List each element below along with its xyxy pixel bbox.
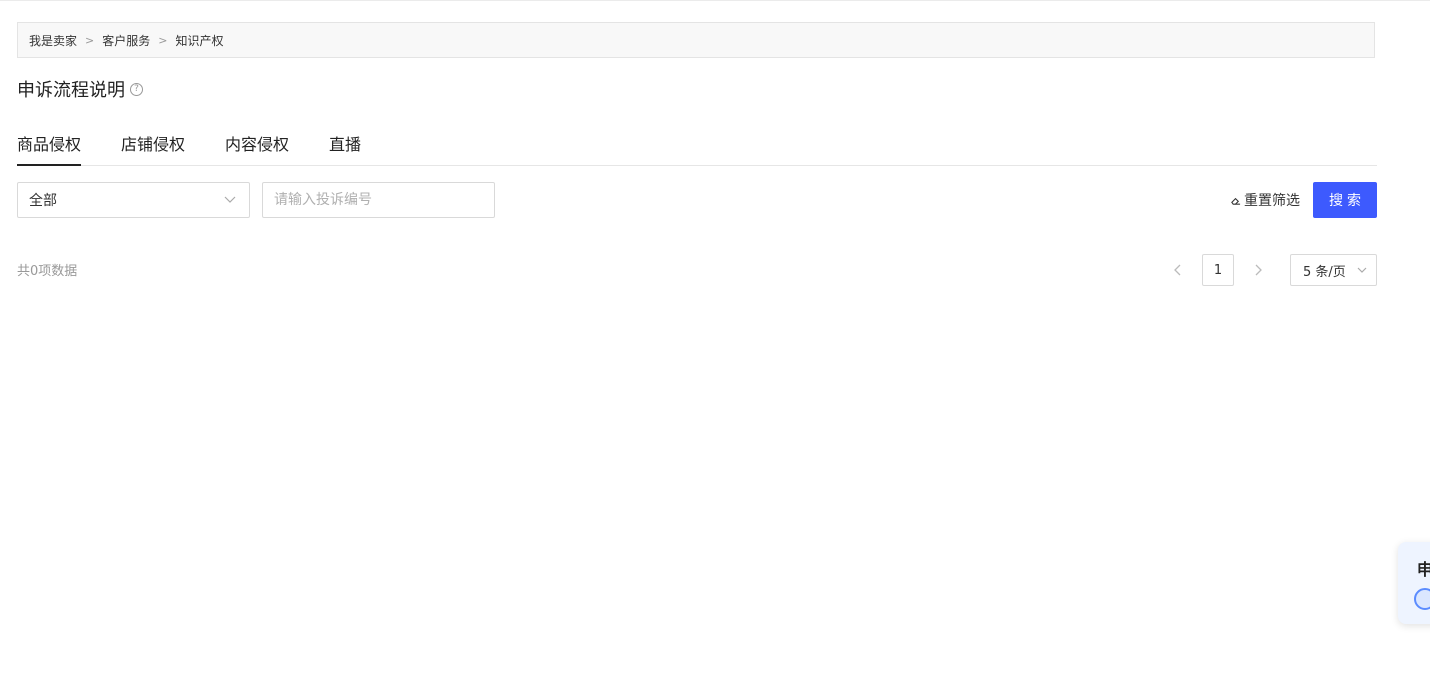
chevron-left-icon[interactable] <box>1170 262 1186 278</box>
chevron-down-icon <box>224 196 236 203</box>
tab-product-infringement[interactable]: 商品侵权 <box>17 131 82 166</box>
complaint-number-input[interactable] <box>262 182 495 218</box>
page-title: 申诉流程说明 ? <box>17 77 143 101</box>
chevron-down-icon <box>1357 267 1367 273</box>
top-divider <box>0 0 1430 1</box>
breadcrumb-item-seller[interactable]: 我是卖家 <box>29 32 77 49</box>
breadcrumb: 我是卖家 > 客户服务 > 知识产权 <box>17 22 1375 58</box>
floating-widget-text: 申 <box>1417 560 1430 579</box>
tab-live-stream[interactable]: 直播 <box>329 131 361 165</box>
page-size-select[interactable]: 5 条/页 <box>1290 254 1377 286</box>
breadcrumb-separator: > <box>85 33 95 47</box>
page-size-value: 5 条/页 <box>1303 264 1346 280</box>
breadcrumb-separator: > <box>158 33 168 47</box>
reset-filter-label: 重置筛选 <box>1244 193 1300 209</box>
breadcrumb-item-ip: 知识产权 <box>175 33 224 48</box>
tab-store-infringement[interactable]: 店铺侵权 <box>121 131 185 165</box>
tab-content-infringement[interactable]: 内容侵权 <box>225 131 289 165</box>
reset-filter-button[interactable]: 重置筛选 <box>1230 190 1300 210</box>
page-title-text: 申诉流程说明 <box>17 80 125 101</box>
chevron-right-icon[interactable] <box>1250 262 1266 278</box>
eraser-icon <box>1231 197 1241 205</box>
total-count: 共0项数据 <box>17 264 78 279</box>
pagination-page[interactable]: 1 <box>1202 254 1234 286</box>
search-button[interactable]: 搜索 <box>1313 182 1377 218</box>
status-select-value: 全部 <box>29 193 57 209</box>
floating-widget-icon <box>1414 588 1430 610</box>
question-circle-icon[interactable]: ? <box>130 82 143 96</box>
breadcrumb-item-customer-service[interactable]: 客户服务 <box>102 32 150 49</box>
status-select[interactable]: 全部 <box>17 182 250 218</box>
tab-bar: 商品侵权 店铺侵权 内容侵权 直播 <box>17 120 1377 166</box>
floating-appeal-widget[interactable]: 申 <box>1398 542 1430 624</box>
